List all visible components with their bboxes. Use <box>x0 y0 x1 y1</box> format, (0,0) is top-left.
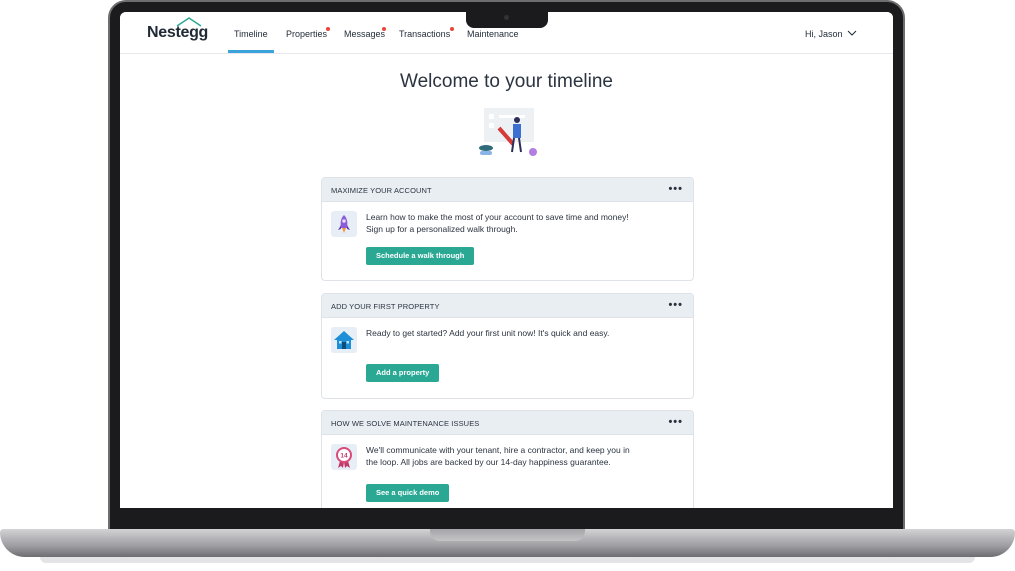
card-header: MAXIMIZE YOUR ACCOUNT ••• <box>322 178 693 202</box>
more-options-icon[interactable]: ••• <box>668 416 683 428</box>
card-maintenance: HOW WE SOLVE MAINTENANCE ISSUES ••• 14 W… <box>321 410 694 508</box>
card-maximize-account: MAXIMIZE YOUR ACCOUNT ••• Learn how to m… <box>321 177 694 281</box>
card-text-line: Learn how to make the most of your accou… <box>366 212 629 222</box>
nestegg-logo[interactable]: Nestegg <box>147 24 208 42</box>
badge-number: 14 <box>340 453 348 460</box>
card-header: ADD YOUR FIRST PROPERTY ••• <box>322 294 693 318</box>
camera-icon <box>504 15 509 20</box>
card-text-line: Sign up for a personalized walk through. <box>366 224 518 234</box>
nav-tab-transactions[interactable]: Transactions <box>399 29 450 39</box>
schedule-walkthrough-button[interactable]: Schedule a walk through <box>366 247 475 265</box>
timeline-illustration <box>479 108 537 156</box>
laptop-shadow <box>40 557 975 563</box>
user-menu[interactable]: Hi, Jason <box>805 29 843 39</box>
chevron-down-icon[interactable] <box>847 28 857 38</box>
card-text-line: We'll communicate with your tenant, hire… <box>366 445 630 455</box>
more-options-icon[interactable]: ••• <box>668 299 683 311</box>
camera-notch <box>466 10 548 28</box>
nav-tab-timeline[interactable]: Timeline <box>234 29 268 39</box>
card-title: HOW WE SOLVE MAINTENANCE ISSUES <box>331 419 480 428</box>
more-options-icon[interactable]: ••• <box>668 183 683 195</box>
guarantee-badge-icon: 14 <box>331 444 357 470</box>
nav-tab-messages[interactable]: Messages <box>344 29 385 39</box>
card-add-property: ADD YOUR FIRST PROPERTY ••• Ready to get… <box>321 293 694 399</box>
app-screen: Nestegg Timeline Properties Messages Tra… <box>120 12 893 508</box>
card-header: HOW WE SOLVE MAINTENANCE ISSUES ••• <box>322 411 693 435</box>
page-title: Welcome to your timeline <box>400 71 613 92</box>
nav-tab-maintenance[interactable]: Maintenance <box>467 29 519 39</box>
screen-bottom-bezel <box>110 508 903 530</box>
messages-notification-dot <box>382 27 386 31</box>
house-icon <box>331 327 357 353</box>
transactions-notification-dot <box>450 27 454 31</box>
nav-tab-properties[interactable]: Properties <box>286 29 327 39</box>
laptop-opening-notch <box>430 529 585 541</box>
rocket-icon <box>331 211 357 237</box>
card-text-line: Ready to get started? Add your first uni… <box>366 328 610 338</box>
properties-notification-dot <box>326 27 330 31</box>
card-title: MAXIMIZE YOUR ACCOUNT <box>331 186 432 195</box>
add-property-button[interactable]: Add a property <box>366 364 440 382</box>
card-description: Learn how to make the most of your accou… <box>366 211 686 235</box>
card-title: ADD YOUR FIRST PROPERTY <box>331 302 440 311</box>
card-text-line: the loop. All jobs are backed by our 14-… <box>366 457 611 467</box>
card-description: We'll communicate with your tenant, hire… <box>366 444 686 468</box>
card-description: Ready to get started? Add your first uni… <box>366 327 686 339</box>
laptop-frame: Nestegg Timeline Properties Messages Tra… <box>0 0 1015 571</box>
quick-demo-button[interactable]: See a quick demo <box>366 484 450 502</box>
active-tab-indicator <box>228 50 274 53</box>
